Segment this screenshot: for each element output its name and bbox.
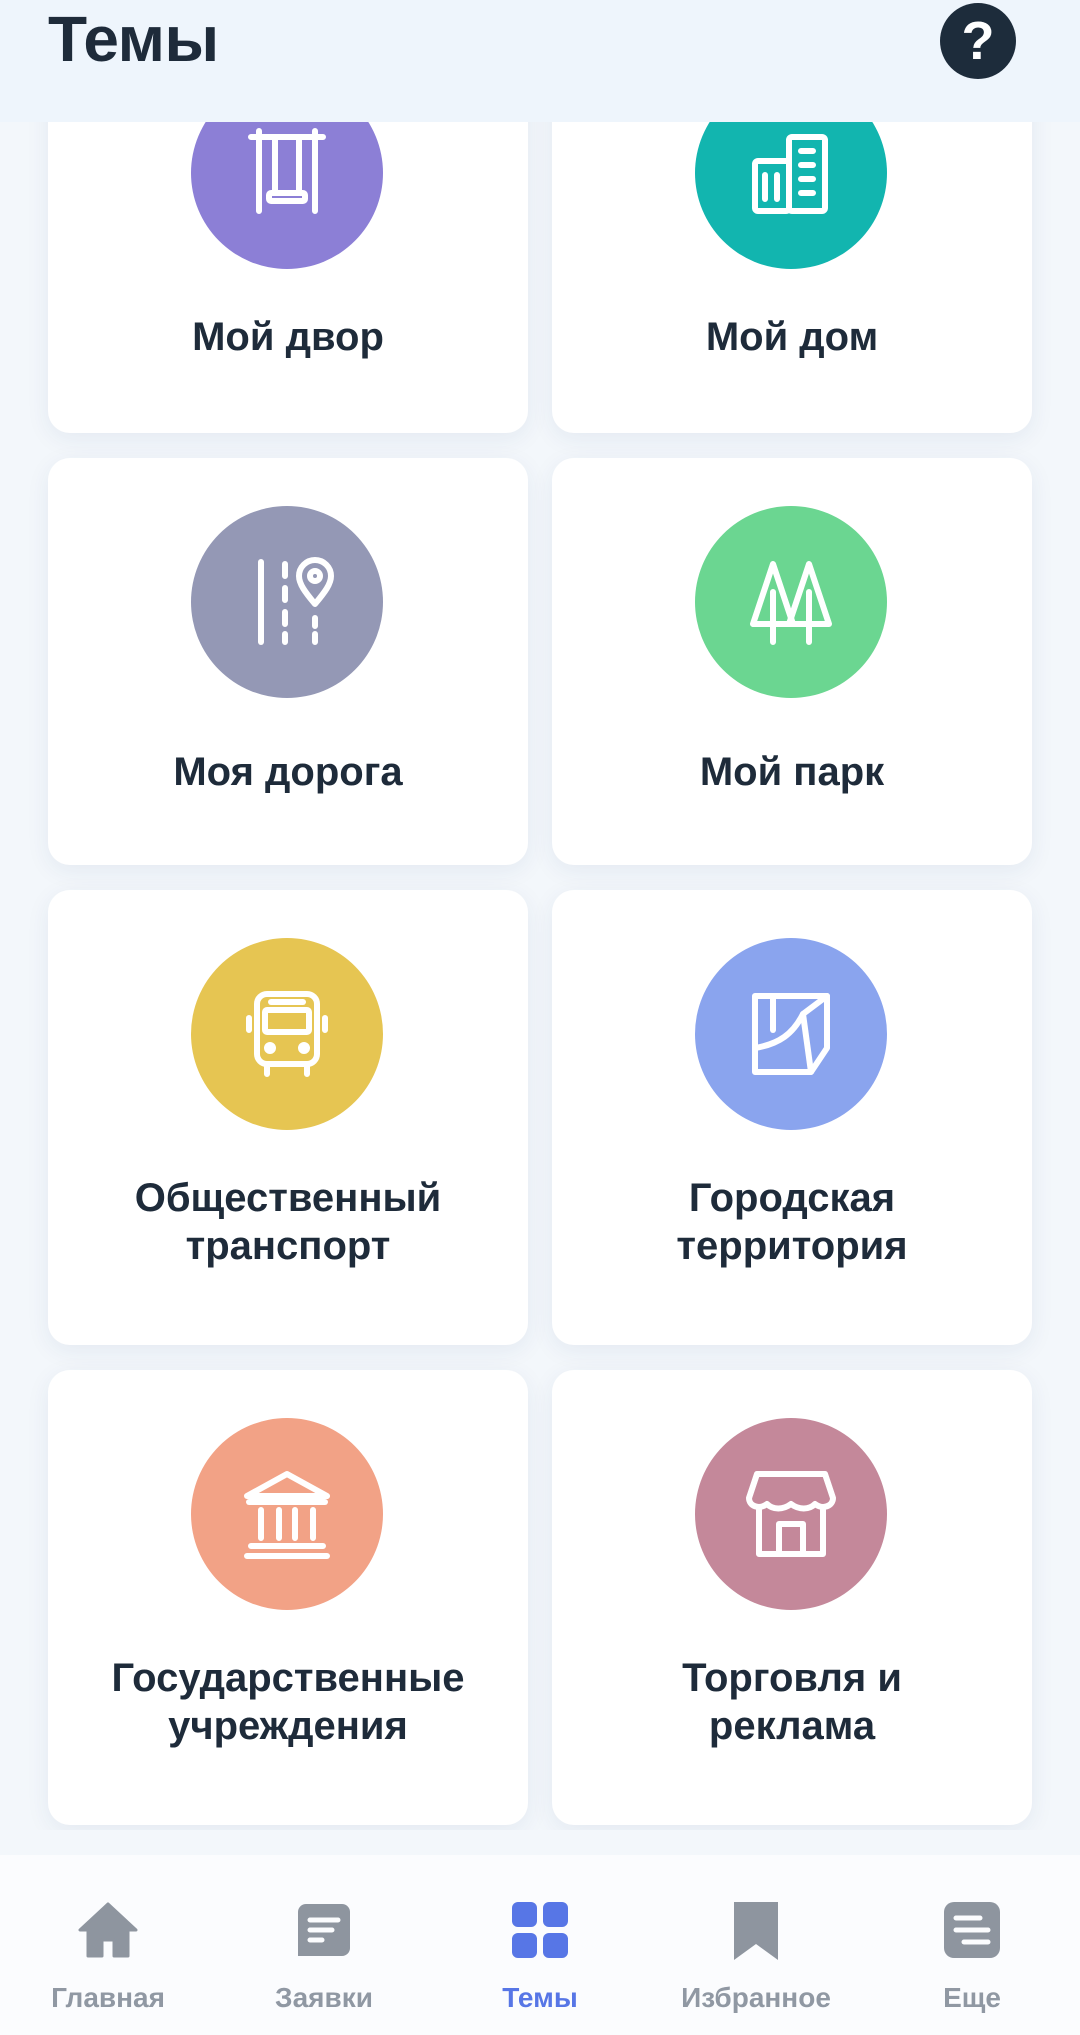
topic-6-circle <box>191 1418 383 1610</box>
topic-2-circle <box>191 506 383 698</box>
topics-grid: Мой двор Мой дом Моя дорога Мой парк Общ… <box>0 0 1080 1830</box>
menu-lines-icon <box>944 1902 1000 1958</box>
nav-label: Еще <box>943 1982 1001 2013</box>
topic-label: Моя дорога <box>173 750 403 794</box>
nav-favorites[interactable]: Избранное <box>648 1855 864 2035</box>
nav-topics[interactable]: Темы <box>432 1855 648 2035</box>
requests-icon <box>298 1904 350 1956</box>
topic-label: Мой парк <box>699 750 885 794</box>
topic-card-my-park[interactable]: Мой парк <box>552 458 1032 865</box>
nav-home[interactable]: Главная <box>0 1855 216 2035</box>
topic-card-public-transport[interactable]: Общественный транспорт <box>48 890 528 1345</box>
app-header: Темы ? <box>0 0 1080 122</box>
bookmark-icon <box>734 1902 778 1960</box>
territory-icon <box>752 993 830 1075</box>
topic-4-circle <box>191 938 383 1130</box>
topic-label: Мой дом <box>705 315 879 359</box>
bus-icon <box>246 991 328 1077</box>
topic-label: Мой двор <box>192 315 384 359</box>
bottom-navigation: Главная Заявки Темы Избранное Еще <box>0 1855 1080 2035</box>
topic-5-circle <box>695 938 887 1130</box>
topic-card-government-institutions[interactable]: Государственные учреждения <box>48 1370 528 1825</box>
government-building-icon <box>244 1471 330 1559</box>
topic-card-trade-advertising[interactable]: Торговля и реклама <box>552 1370 1032 1825</box>
page-title: Темы <box>48 3 219 75</box>
topic-label: Торговля и реклама <box>682 1656 902 1748</box>
nav-label: Главная <box>51 1982 165 2013</box>
topic-card-city-territory[interactable]: Городская территория <box>552 890 1032 1345</box>
topic-label: Государственные учреждения <box>111 1656 465 1748</box>
nav-label: Заявки <box>275 1982 373 2013</box>
trees-icon <box>750 561 832 645</box>
swing-icon <box>248 128 326 214</box>
topic-card-my-road[interactable]: Моя дорога <box>48 458 528 865</box>
topic-label: Общественный транспорт <box>134 1176 442 1268</box>
road-pin-icon <box>258 557 334 645</box>
building-icon <box>752 134 828 214</box>
home-icon <box>78 1902 138 1958</box>
nav-label: Темы <box>502 1982 578 2013</box>
nav-requests[interactable]: Заявки <box>216 1855 432 2035</box>
shop-icon <box>746 1471 836 1557</box>
grid-icon <box>512 1902 568 1958</box>
topic-7-circle <box>695 1418 887 1610</box>
nav-more[interactable]: Еще <box>864 1855 1080 2035</box>
question-icon: ? <box>961 11 995 71</box>
topic-label: Городская территория <box>676 1176 908 1268</box>
topic-3-circle <box>695 506 887 698</box>
help-button[interactable]: ? <box>940 3 1016 79</box>
nav-label: Избранное <box>681 1982 831 2013</box>
